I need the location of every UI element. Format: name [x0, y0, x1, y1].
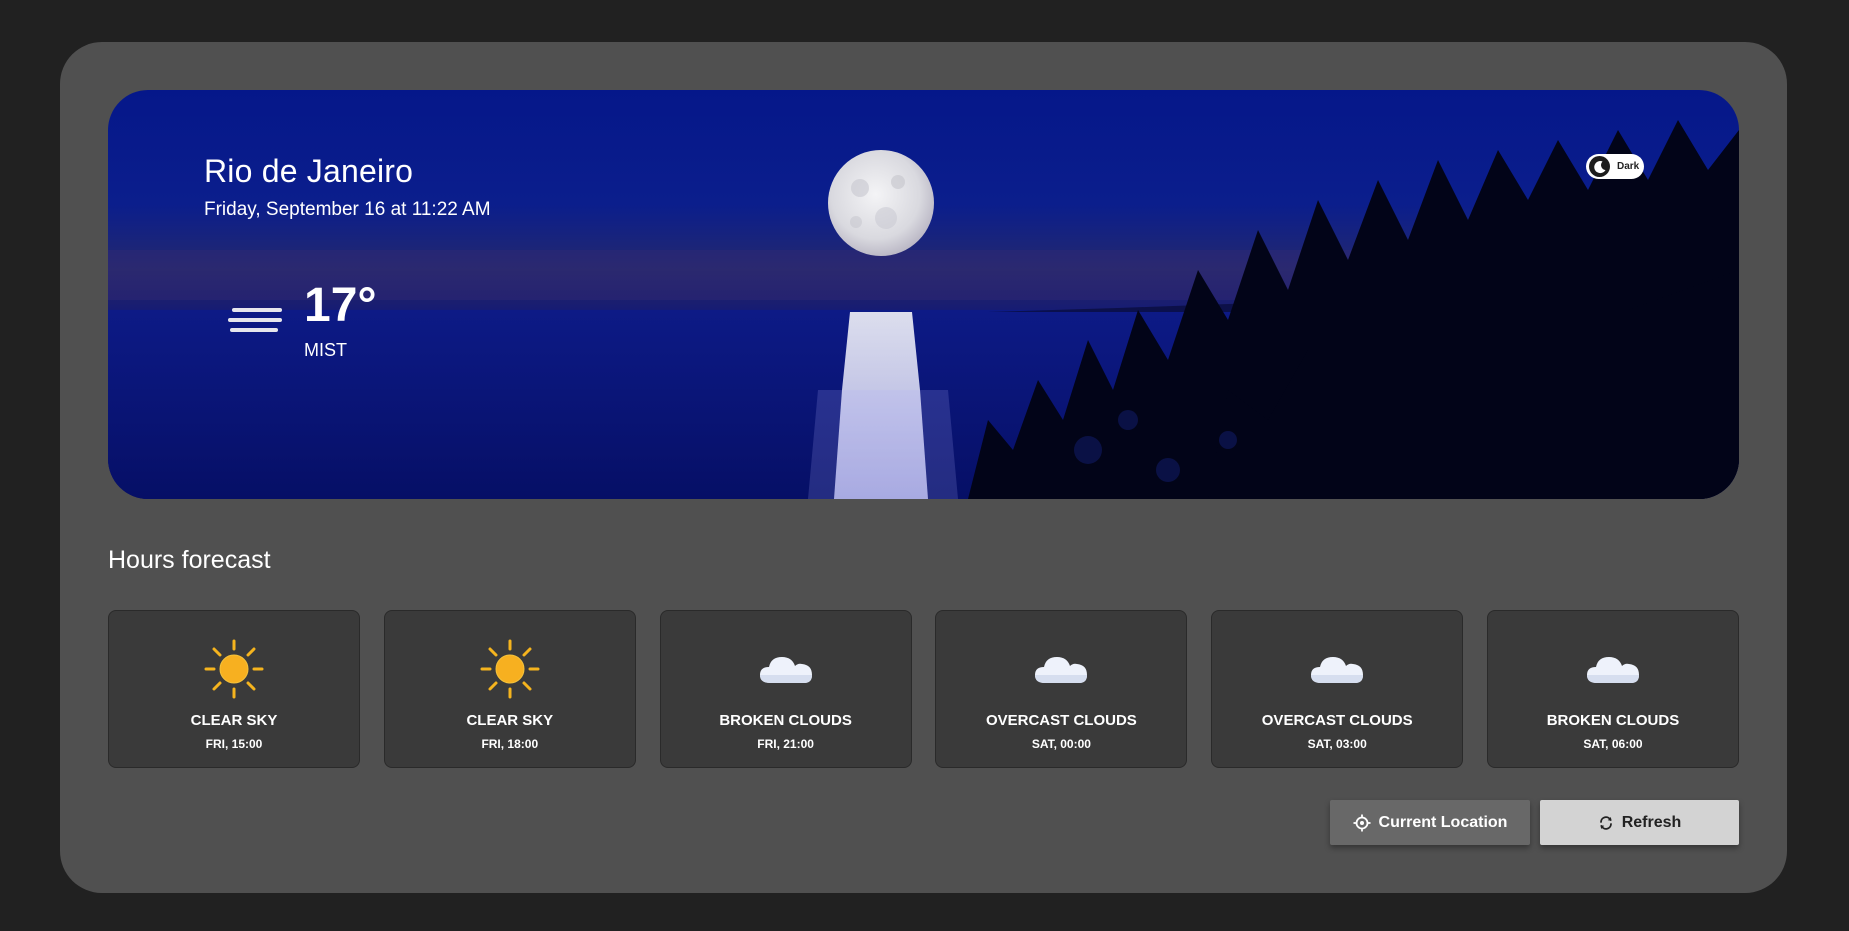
forecast-time: SAT, 03:00 — [1307, 737, 1367, 751]
forecast-description: CLEAR SKY — [190, 712, 278, 729]
forecast-card: OVERCAST CLOUDS SAT, 00:00 — [935, 610, 1188, 768]
current-location-button[interactable]: Current Location — [1330, 800, 1530, 845]
current-condition: MIST — [304, 340, 347, 360]
mist-icon — [226, 302, 284, 343]
refresh-label: Refresh — [1621, 813, 1682, 831]
sun-icon — [202, 637, 266, 701]
cloud-icon — [754, 637, 818, 701]
cloud-icon — [1305, 637, 1369, 701]
forecast-time: SAT, 06:00 — [1583, 737, 1643, 751]
refresh-icon — [1598, 815, 1614, 831]
forecast-list: CLEAR SKY FRI, 15:00 CLEAR SKY FRI, 18:0… — [108, 610, 1739, 769]
city-name: Rio de Janeiro — [204, 153, 414, 189]
forecast-card: BROKEN CLOUDS SAT, 06:00 — [1486, 610, 1739, 768]
forecast-card: CLEAR SKY FRI, 15:00 — [108, 610, 360, 768]
cloud-icon — [1029, 637, 1093, 701]
hours-forecast-title: Hours forecast — [108, 546, 271, 574]
theme-toggle[interactable]: Dark — [1586, 154, 1644, 179]
forecast-description: OVERCAST CLOUDS — [1261, 712, 1413, 729]
refresh-button[interactable]: Refresh — [1540, 800, 1739, 845]
forecast-description: BROKEN CLOUDS — [1546, 712, 1680, 729]
forecast-time: SAT, 00:00 — [1031, 737, 1091, 751]
current-temperature: 17° — [304, 279, 377, 332]
sun-icon — [478, 637, 542, 701]
weather-app: Rio de Janeiro Friday, September 16 at 1… — [60, 42, 1787, 893]
forecast-time: FRI, 18:00 — [481, 737, 539, 751]
current-weather-banner: Rio de Janeiro Friday, September 16 at 1… — [108, 90, 1739, 499]
forecast-card: OVERCAST CLOUDS SAT, 03:00 — [1211, 610, 1464, 768]
forecast-description: OVERCAST CLOUDS — [985, 712, 1137, 729]
cloud-icon — [1581, 637, 1645, 701]
date-time: Friday, September 16 at 11:22 AM — [204, 199, 491, 220]
theme-toggle-label: Dark — [1617, 161, 1640, 172]
forecast-time: FRI, 21:00 — [757, 737, 814, 751]
forecast-card: CLEAR SKY FRI, 18:00 — [383, 610, 636, 768]
current-location-label: Current Location — [1378, 813, 1508, 831]
forecast-card: BROKEN CLOUDS FRI, 21:00 — [659, 610, 912, 768]
forecast-time: FRI, 15:00 — [205, 737, 263, 751]
crosshair-icon — [1353, 814, 1371, 832]
forecast-description: BROKEN CLOUDS — [719, 712, 852, 729]
moon-icon — [1589, 156, 1610, 177]
forecast-description: CLEAR SKY — [466, 712, 554, 729]
